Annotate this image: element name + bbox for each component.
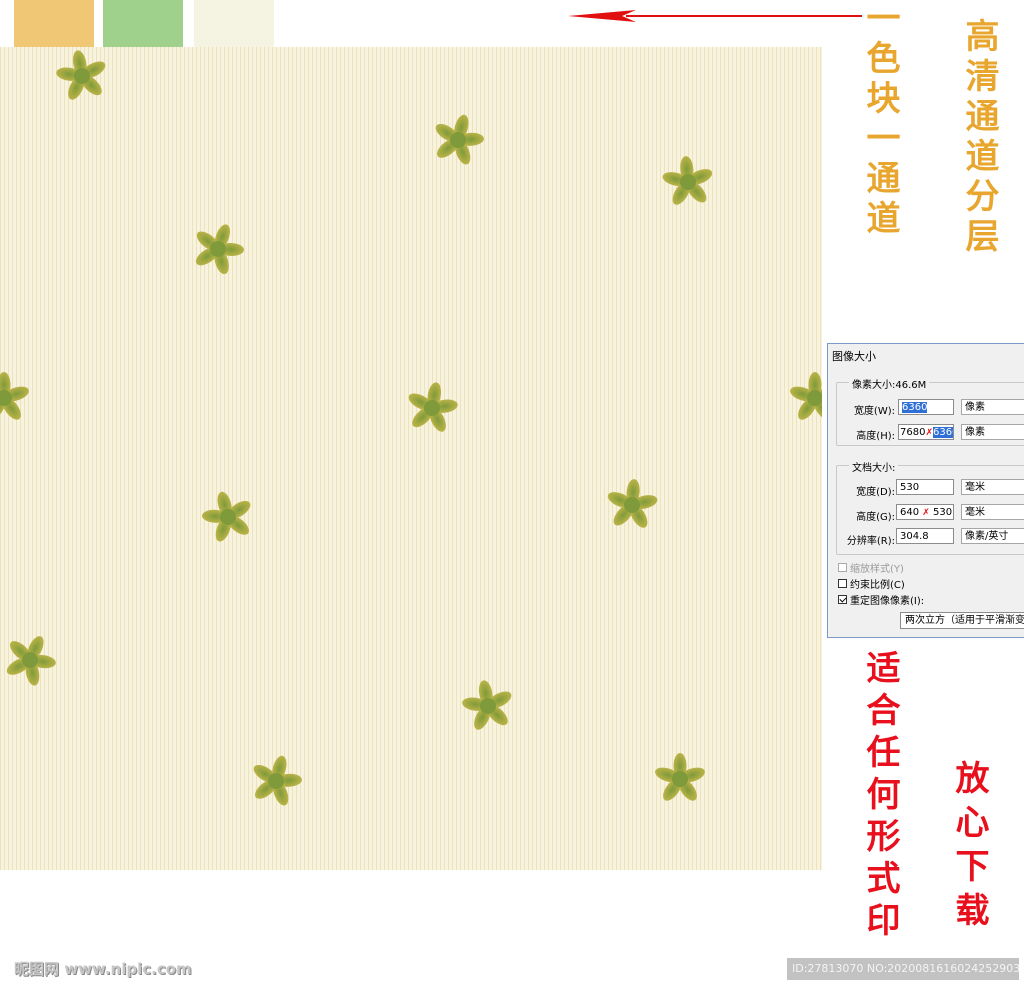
doc-height-label: 高度(G): — [856, 512, 895, 523]
width-unit-select[interactable]: 像素﹀ — [961, 399, 1024, 415]
width-label: 宽度(W): — [853, 406, 895, 417]
flower-motif-icon — [0, 372, 29, 420]
doc-width-label: 宽度(D): — [856, 487, 895, 498]
flower-motif-icon — [408, 382, 458, 432]
flower-motif-icon — [435, 114, 484, 165]
checkbox-icon — [838, 579, 847, 588]
pixel-size-legend: 像素大小:46.6M — [849, 376, 930, 391]
flower-motif-icon — [253, 755, 302, 806]
width-input[interactable]: 6360 — [898, 399, 954, 415]
arrow-left-icon — [568, 10, 862, 22]
doc-width-input[interactable]: 530 — [896, 479, 954, 495]
scale-styles-checkbox[interactable]: 缩放样式(Y) — [838, 560, 904, 575]
flower-motif-icon — [202, 491, 251, 542]
flower-motif-icon — [6, 636, 56, 686]
resolution-unit-select[interactable]: 像素/英寸 — [961, 528, 1024, 544]
doc-height-input[interactable]: 640 ✗ 530 — [896, 504, 954, 520]
dialog-title: 图像大小 — [832, 350, 876, 363]
resolution-label: 分辨率(R): — [846, 536, 895, 547]
document-size-legend: 文档大小: — [849, 459, 899, 474]
swatch-cream — [194, 0, 274, 47]
swatch-orange — [14, 0, 94, 47]
pattern-canvas — [0, 47, 822, 870]
red-mark-icon: ✗ — [925, 428, 933, 438]
height-unit-select[interactable]: 像素﹀ — [961, 424, 1024, 440]
checkbox-checked-icon — [838, 595, 847, 604]
doc-width-unit-select[interactable]: 毫米 — [961, 479, 1024, 495]
height-input[interactable]: 7680✗6360 — [898, 424, 954, 440]
checkbox-icon — [838, 563, 847, 572]
constrain-proportions-checkbox[interactable]: 约束比例(C) — [838, 576, 905, 591]
flower-motif-icon — [607, 479, 658, 528]
image-size-dialog: 图像大小 像素大小:46.6M 宽度(W): 6360 像素﹀ 高度(H): 7… — [827, 343, 1024, 638]
doc-height-unit-select[interactable]: 毫米 — [961, 504, 1024, 520]
annotation-one-color-one-channel: 一色块一通道 — [860, 0, 900, 240]
annotation-suitable-print: 适合任何形式印 — [860, 650, 900, 944]
flower-motif-icon — [195, 224, 244, 275]
flower-motif-icon — [655, 753, 705, 801]
swatch-green — [103, 0, 183, 47]
resample-method-select[interactable]: 两次立方（适用于平滑渐变 — [900, 612, 1024, 629]
red-mark-icon: ✗ — [922, 508, 930, 518]
flower-motif-icon — [56, 50, 106, 100]
resolution-input[interactable]: 304.8 — [896, 528, 954, 544]
height-label: 高度(H): — [856, 431, 895, 442]
annotation-safe-download: 放心下载 — [949, 760, 989, 936]
watermark-logo: 昵图网 www.nipic.com — [14, 960, 192, 978]
watermark-id: ID:27813070 NO:20200816160242529031 — [787, 958, 1019, 980]
resample-checkbox[interactable]: 重定图像像素(I): — [838, 592, 924, 607]
annotation-hd-channel-layers: 高清通道分层 — [959, 18, 999, 258]
flower-motif-icon — [790, 372, 822, 420]
flower-motif-icon — [662, 156, 713, 205]
flower-motif-icon — [462, 680, 512, 730]
